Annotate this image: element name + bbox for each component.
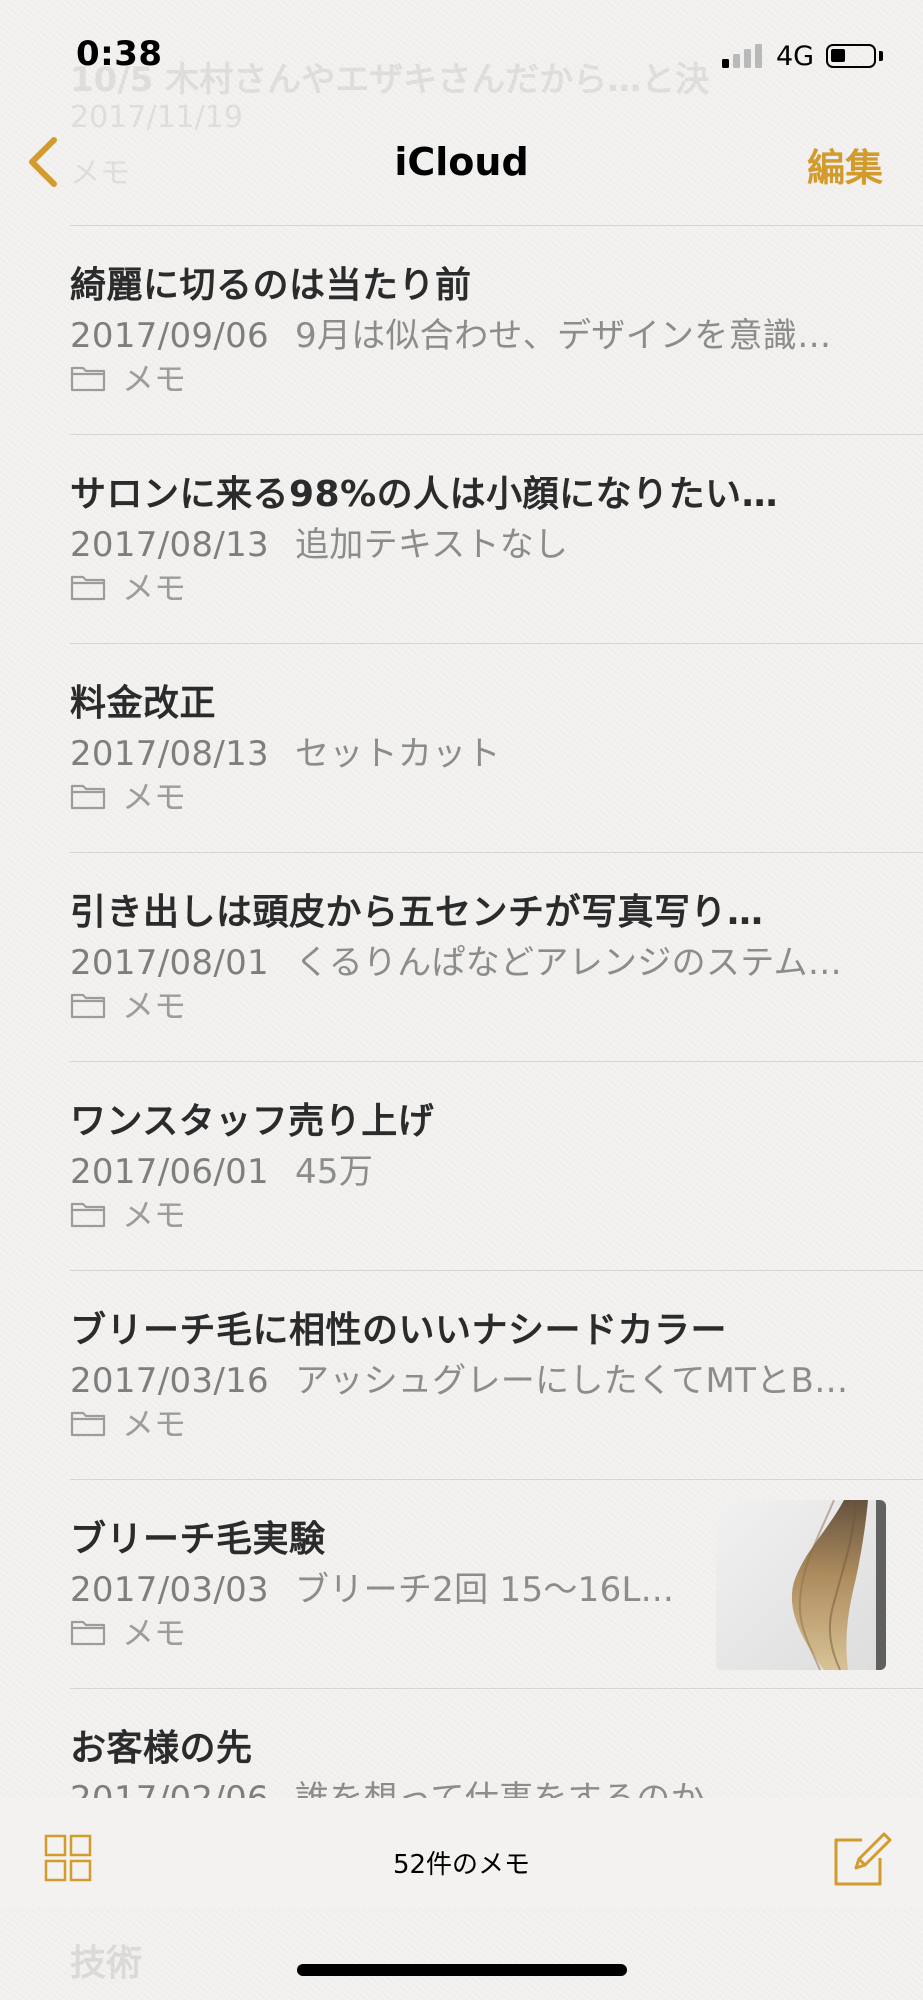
note-row[interactable]: サロンに来る98%の人は小顔になりたい… 2017/08/13 追加テキストなし …: [0, 435, 923, 644]
note-preview: くるりんぱなどアレンジのステム…: [294, 943, 843, 983]
folder-icon: [70, 1620, 106, 1646]
note-date: 2017/02/06: [70, 1779, 269, 1798]
note-folder-label: メモ: [122, 1614, 187, 1652]
note-meta: 2017/08/01 くるりんぱなどアレンジのステム…: [70, 935, 842, 984]
network-type: 4G: [776, 41, 815, 72]
note-title: 綺麗に切るのは当たり前: [70, 265, 472, 306]
folder-icon: [70, 366, 106, 392]
note-row[interactable]: 綺麗に切るのは当たり前 2017/09/06 9月は似合わせ、デザインを意識… メ…: [0, 226, 923, 435]
note-thumbnail: [716, 1500, 886, 1670]
note-preview: アッシュグレーにしたくてMTとB…: [294, 1361, 849, 1401]
note-folder: メモ: [70, 772, 186, 818]
note-row[interactable]: ワンスタッフ売り上げ 2017/06/01 45万 メモ: [0, 1062, 923, 1271]
note-count: 52件のメモ: [392, 1850, 531, 1880]
note-date: 2017/08/01: [70, 943, 269, 983]
note-folder: メモ: [70, 354, 186, 400]
note-row[interactable]: 料金改正 2017/08/13 セットカット メモ: [0, 644, 923, 853]
note-meta: 2017/08/13 追加テキストなし: [70, 517, 568, 566]
home-indicator[interactable]: [297, 1964, 627, 1976]
note-date: 2017/09/06: [70, 316, 269, 356]
note-folder-label: メモ: [122, 569, 187, 607]
note-folder: メモ: [70, 1190, 186, 1236]
note-folder: メモ: [70, 563, 186, 609]
note-preview: 45万: [294, 1152, 374, 1192]
note-title: 料金改正: [70, 683, 217, 724]
bottom-toolbar: 52件のメモ: [0, 1798, 923, 1908]
note-meta: 2017/02/06 誰を想って仕事をするのか: [70, 1771, 705, 1798]
compose-icon: [834, 1832, 892, 1886]
note-preview: 9月は似合わせ、デザインを意識…: [294, 316, 832, 356]
note-title: サロンに来る98%の人は小顔になりたい…: [70, 474, 779, 515]
edit-button[interactable]: 編集: [807, 137, 883, 192]
note-title: 引き出しは頭皮から五センチが写真写り…: [70, 892, 764, 933]
folder-icon: [70, 784, 106, 810]
note-folder: メモ: [70, 1399, 186, 1445]
note-folder-label: メモ: [122, 360, 187, 398]
note-preview: セットカット: [294, 734, 501, 774]
note-title: お客様の先: [70, 1728, 253, 1769]
note-date: 2017/08/13: [70, 525, 269, 565]
note-folder-label: メモ: [122, 778, 187, 816]
compose-button[interactable]: [832, 1828, 892, 1888]
note-preview: 追加テキストなし: [294, 525, 569, 565]
signal-icon: [722, 44, 766, 68]
note-folder-label: メモ: [122, 987, 187, 1025]
note-meta: 2017/03/03 ブリーチ2回 15〜16L...: [70, 1562, 674, 1611]
note-meta: 2017/09/06 9月は似合わせ、デザインを意識…: [70, 308, 831, 357]
status-bar: 0:38 4G: [0, 0, 923, 110]
page-title: iCloud: [394, 140, 529, 184]
note-title: ブリーチ毛実験: [70, 1519, 326, 1560]
note-date: 2017/03/03: [70, 1570, 269, 1610]
note-preview: ブリーチ2回 15〜16L...: [294, 1570, 675, 1610]
note-title: ブリーチ毛に相性のいいナシードカラー: [70, 1310, 728, 1351]
note-meta: 2017/03/16 アッシュグレーにしたくてMTとB…: [70, 1353, 848, 1402]
note-meta: 2017/08/13 セットカット: [70, 726, 501, 775]
folder-icon: [70, 993, 106, 1019]
battery-cap: [879, 51, 883, 61]
folder-icon: [70, 1202, 106, 1228]
status-time: 0:38: [76, 34, 163, 74]
note-meta: 2017/06/01 45万: [70, 1144, 373, 1193]
note-row[interactable]: ブリーチ毛実験 2017/03/03 ブリーチ2回 15〜16L... メモ: [0, 1480, 923, 1689]
note-row[interactable]: 引き出しは頭皮から五センチが写真写り… 2017/08/01 くるりんぱなどアレン…: [0, 853, 923, 1062]
note-date: 2017/03/16: [70, 1361, 269, 1401]
ghost-note-title-bottom: 技術: [70, 1943, 143, 1984]
hair-sample-image: [791, 1500, 886, 1670]
note-row[interactable]: ブリーチ毛に相性のいいナシードカラー 2017/03/16 アッシュグレーにしたく…: [0, 1271, 923, 1480]
note-title: ワンスタッフ売り上げ: [70, 1101, 435, 1142]
note-date: 2017/08/13: [70, 734, 269, 774]
battery-icon: [826, 44, 876, 68]
note-row[interactable]: お客様の先 2017/02/06誰を想って仕事をするのか メモ: [0, 1689, 923, 1798]
note-preview: 誰を想って仕事をするのか: [295, 1779, 705, 1798]
note-folder-label: メモ: [122, 1405, 187, 1443]
note-date: 2017/06/01: [70, 1152, 269, 1192]
folder-icon: [70, 1411, 106, 1437]
note-list[interactable]: 綺麗に切るのは当たり前 2017/09/06 9月は似合わせ、デザインを意識… メ…: [0, 226, 923, 1798]
note-folder: メモ: [70, 1608, 186, 1654]
note-folder: メモ: [70, 981, 186, 1027]
note-folder-label: メモ: [122, 1196, 187, 1234]
folder-icon: [70, 575, 106, 601]
